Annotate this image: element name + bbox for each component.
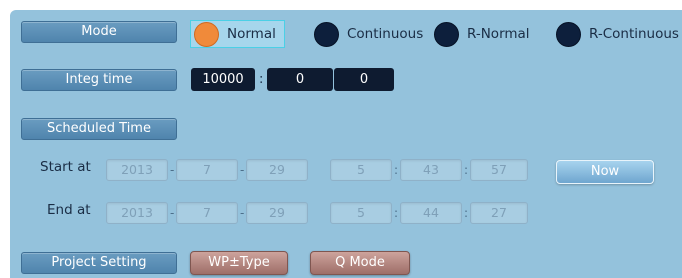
radio-unselected-icon (434, 21, 459, 47)
integ-time-field-2[interactable]: 0 (267, 68, 333, 91)
mode-option-label: Normal (227, 26, 276, 42)
date-separator: - (240, 206, 245, 220)
mode-option-r-continuous[interactable]: R-Continuous (556, 20, 679, 48)
date-separator: - (240, 163, 245, 177)
mode-option-r-normal[interactable]: R-Normal (434, 20, 530, 48)
radio-unselected-icon (556, 21, 581, 47)
integ-time-field-3[interactable]: 0 (334, 68, 394, 91)
mode-option-continuous[interactable]: Continuous (314, 20, 423, 48)
end-day-field[interactable]: 29 (246, 202, 308, 224)
wp-type-button[interactable]: WP±Type (190, 251, 288, 275)
q-mode-button[interactable]: Q Mode (310, 251, 410, 275)
integ-time-label: Integ time (21, 69, 177, 91)
time-separator: : (394, 206, 399, 220)
scheduled-time-label: Scheduled Time (21, 118, 177, 140)
end-hour-field[interactable]: 5 (330, 202, 392, 224)
end-month-field[interactable]: 7 (176, 202, 238, 224)
radio-unselected-icon (314, 21, 339, 47)
mode-option-label: R-Continuous (589, 26, 679, 42)
start-month-field[interactable]: 7 (176, 159, 238, 181)
start-day-field[interactable]: 29 (246, 159, 308, 181)
start-at-label: Start at (40, 159, 91, 175)
mode-option-normal[interactable]: Normal (190, 20, 285, 48)
mode-option-label: Continuous (347, 26, 424, 42)
now-button[interactable]: Now (556, 160, 654, 184)
start-second-field[interactable]: 57 (470, 159, 528, 181)
time-separator: : (464, 163, 469, 177)
start-hour-field[interactable]: 5 (330, 159, 392, 181)
time-separator: : (394, 163, 399, 177)
end-at-label: End at (47, 202, 91, 218)
date-separator: - (170, 206, 175, 220)
start-year-field[interactable]: 2013 (106, 159, 168, 181)
start-minute-field[interactable]: 43 (400, 159, 462, 181)
project-setting-label: Project Setting (21, 252, 177, 274)
mode-label: Mode (21, 21, 177, 43)
time-separator: : (464, 206, 469, 220)
end-minute-field[interactable]: 44 (400, 202, 462, 224)
date-separator: - (170, 163, 175, 177)
radio-selected-icon (194, 21, 219, 47)
end-second-field[interactable]: 27 (470, 202, 528, 224)
settings-panel: Mode Normal Continuous R-Normal R-Contin… (10, 10, 682, 278)
integ-time-field-1[interactable]: 10000 (191, 68, 255, 91)
integ-time-separator: : (259, 72, 264, 87)
end-year-field[interactable]: 2013 (106, 202, 168, 224)
mode-option-label: R-Normal (467, 26, 530, 42)
